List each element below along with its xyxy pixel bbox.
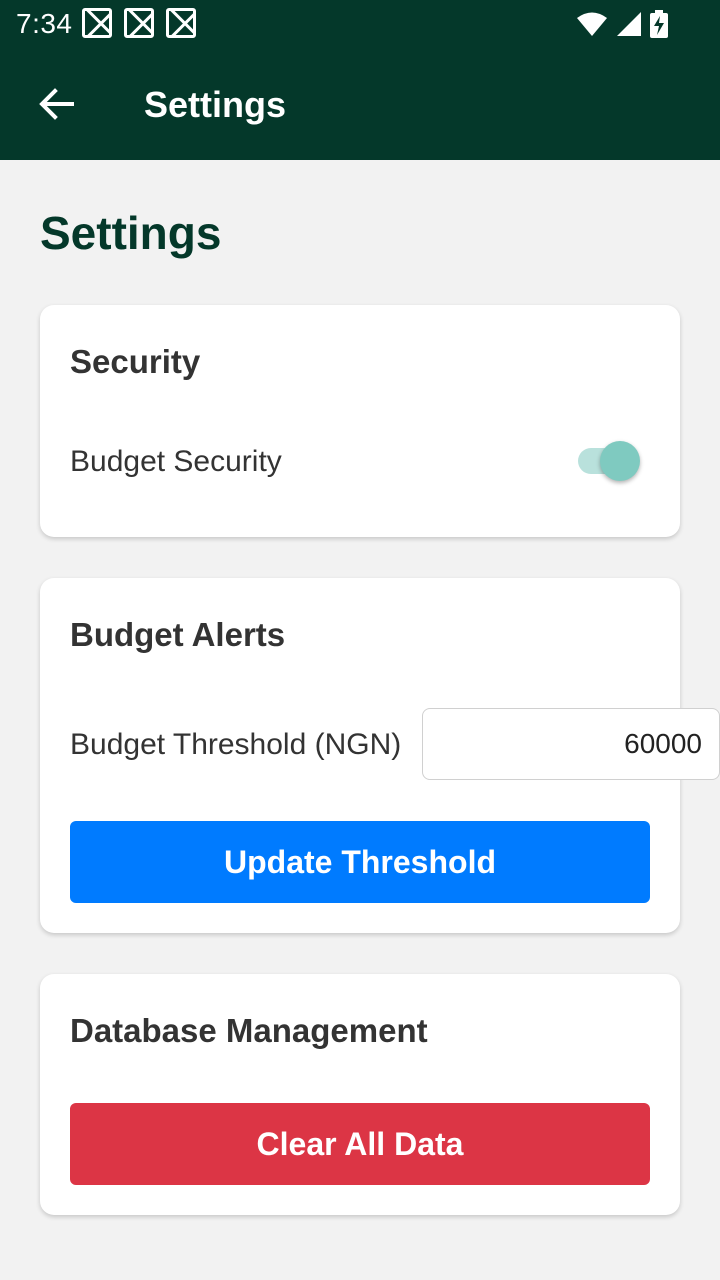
budget-threshold-label: Budget Threshold (NGN) <box>70 728 402 761</box>
status-time: 7:34 <box>16 8 73 39</box>
clear-all-data-button[interactable]: Clear All Data <box>70 1103 650 1185</box>
notification-icon <box>82 8 112 38</box>
database-management-card: Database Management Clear All Data <box>40 974 680 1215</box>
toolbar-title: Settings <box>144 84 287 125</box>
signal-icon <box>617 12 641 36</box>
status-bar: 7:34 <box>0 0 720 50</box>
budget-alerts-title: Budget Alerts <box>70 616 286 653</box>
budget-alerts-card: Budget Alerts Budget Threshold (NGN) Upd… <box>40 578 720 933</box>
update-threshold-button[interactable]: Update Threshold <box>70 821 650 903</box>
page-title: Settings <box>40 207 222 259</box>
database-management-title: Database Management <box>70 1012 428 1049</box>
battery-charging-icon <box>650 10 668 38</box>
budget-security-toggle[interactable] <box>574 439 644 483</box>
system-icons <box>576 10 668 38</box>
arrow-left-icon <box>39 88 74 120</box>
security-title: Security <box>70 343 201 380</box>
wifi-icon <box>577 12 607 36</box>
budget-threshold-input[interactable] <box>422 708 720 780</box>
security-card: Security Budget Security <box>40 305 680 537</box>
budget-security-label: Budget Security <box>70 445 282 478</box>
toggle-thumb <box>600 441 640 481</box>
notification-icon <box>124 8 154 38</box>
notification-icon <box>166 8 196 38</box>
back-button[interactable] <box>36 84 76 124</box>
notification-icons <box>82 8 196 38</box>
app-toolbar: Settings <box>0 50 720 160</box>
